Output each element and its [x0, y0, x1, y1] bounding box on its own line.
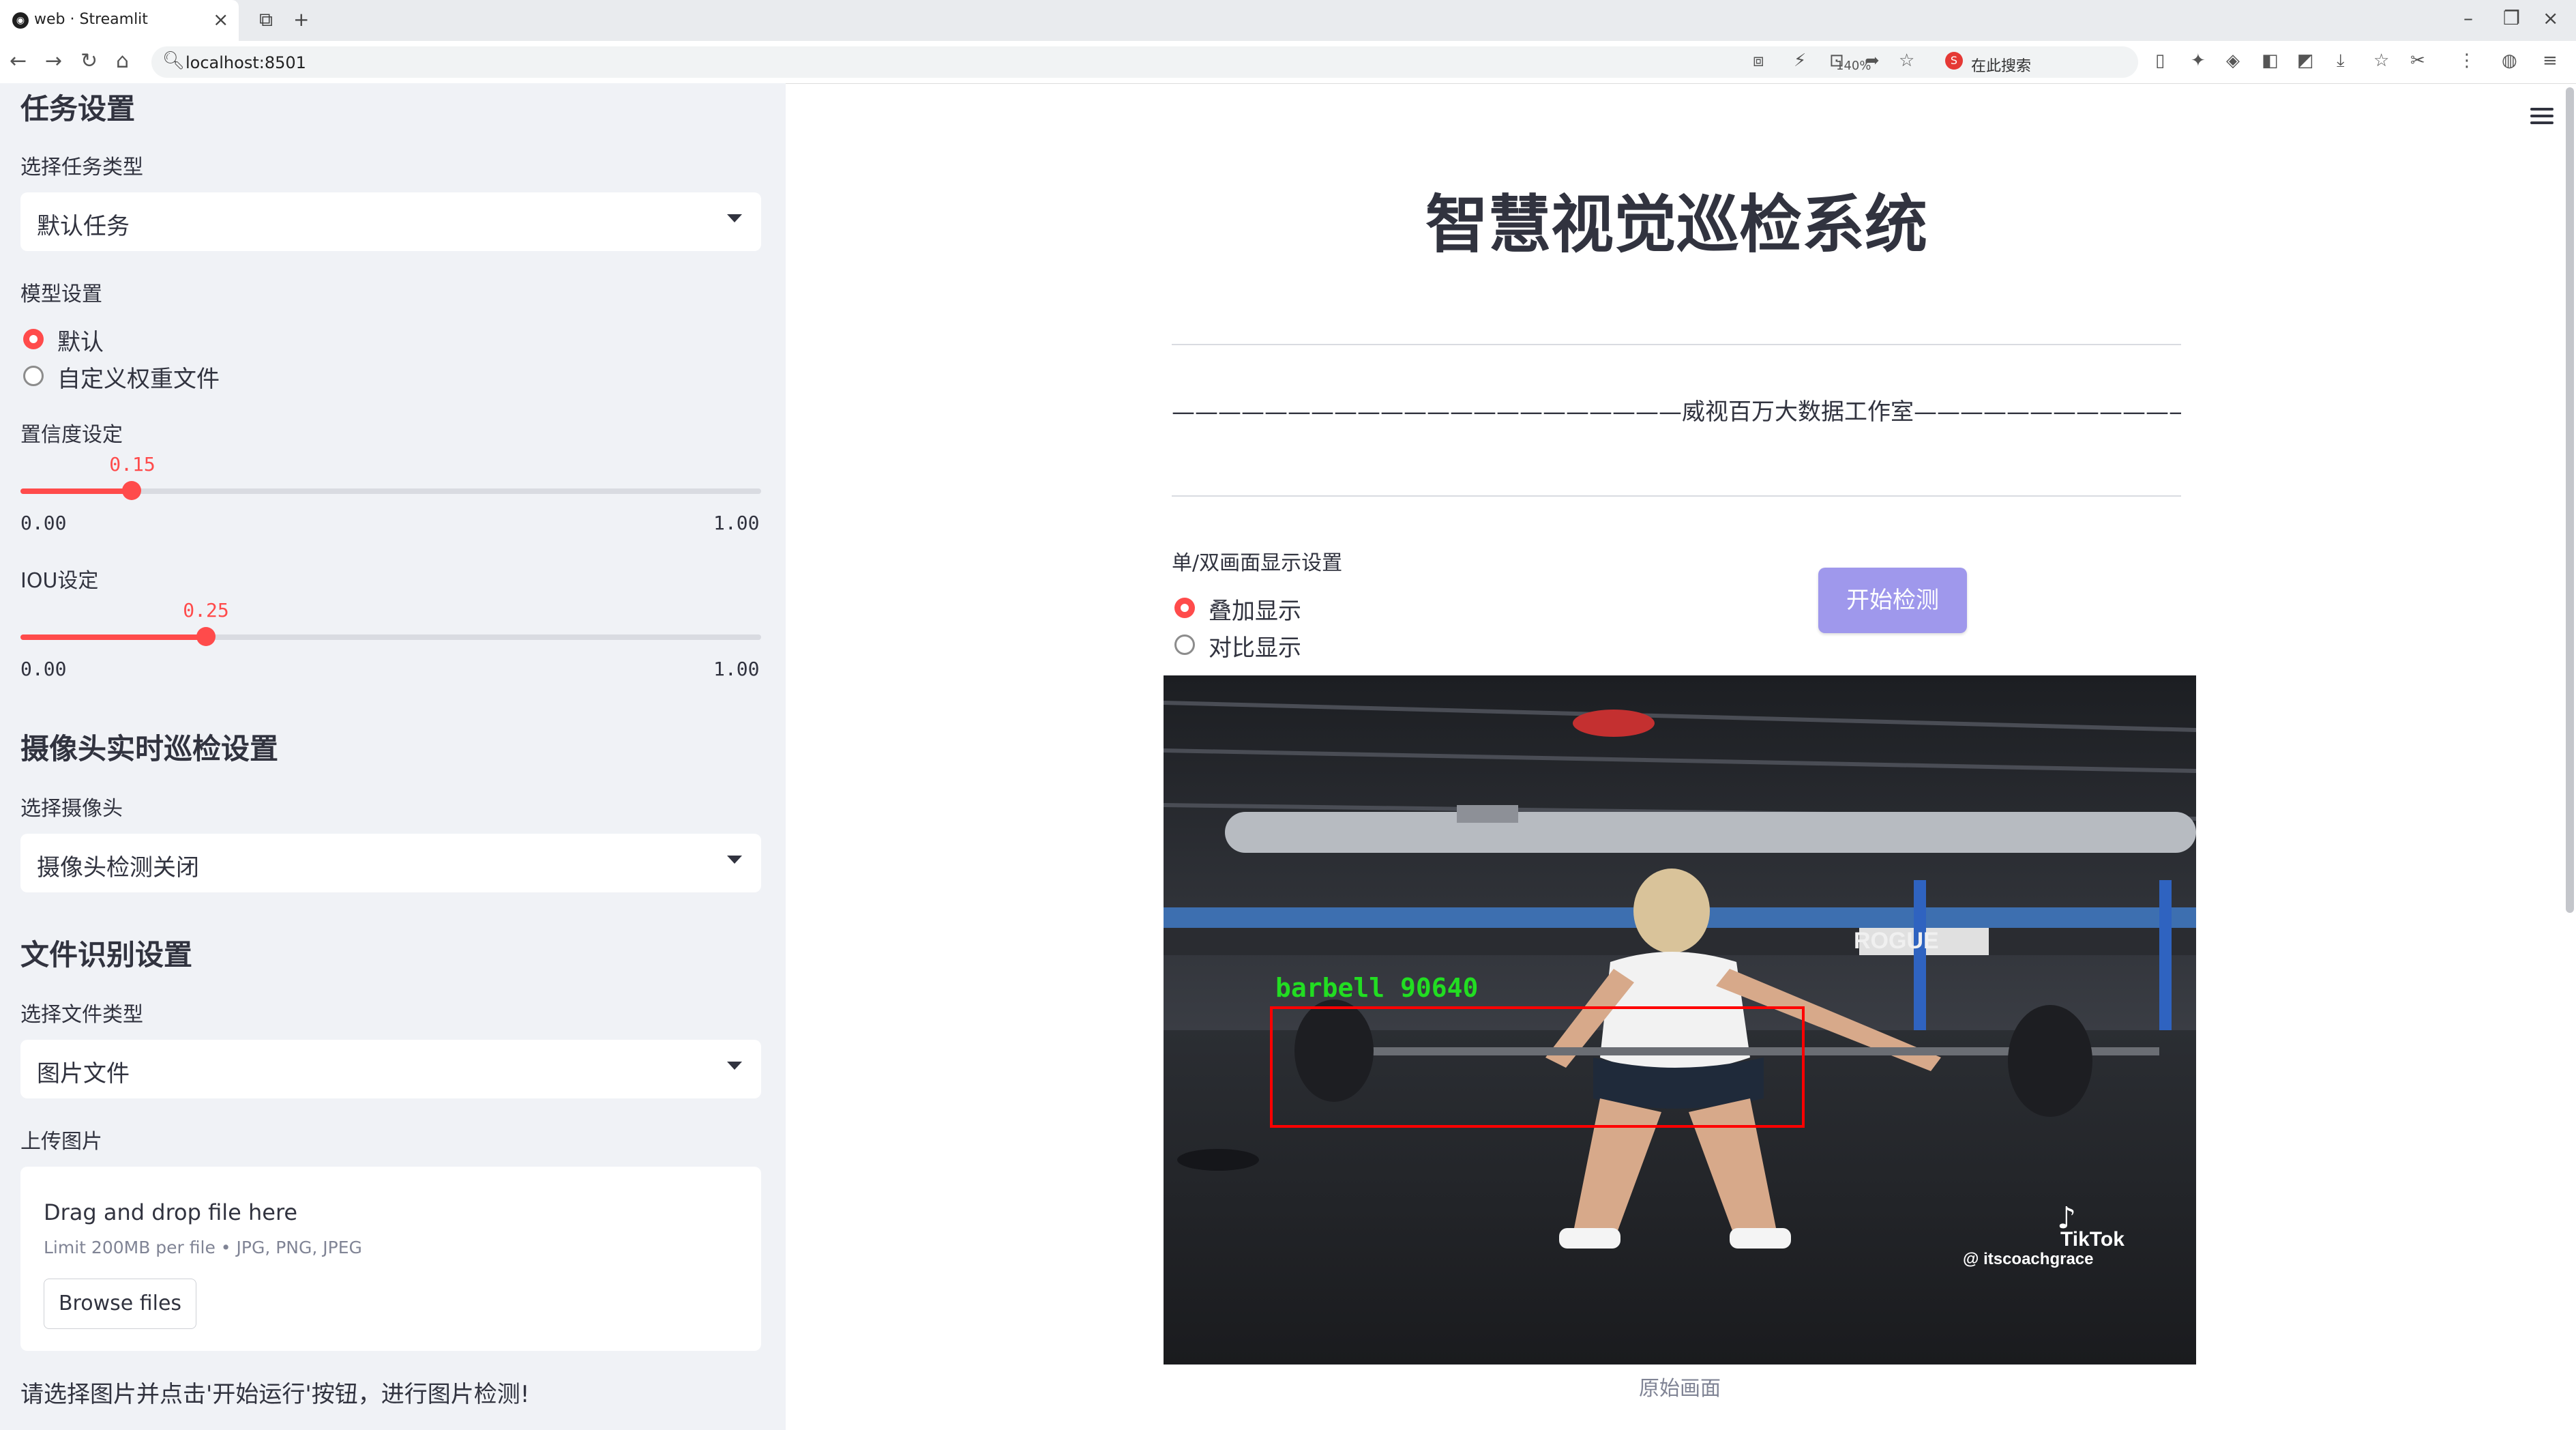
browse-files-button[interactable]: Browse files: [44, 1279, 196, 1329]
detection-label: barbell 90640: [1275, 973, 1479, 1003]
share-icon[interactable]: ➦: [1865, 50, 1880, 71]
translate-icon[interactable]: ⧈: [1753, 50, 1764, 72]
iou-slider-handle[interactable]: [196, 627, 216, 646]
iou-min: 0.00: [20, 658, 67, 680]
watermark-brand: TikTok: [2060, 1228, 2125, 1251]
search-placeholder: 在此搜索: [1971, 58, 2032, 75]
extension-3-icon[interactable]: ◧: [2262, 50, 2279, 71]
hamburger-menu-icon[interactable]: [2530, 108, 2553, 126]
sidebar: 任务设置 选择任务类型 默认任务 模型设置 默认 自定义权重文件 置信度设定 0…: [0, 83, 786, 1430]
confidence-max: 1.00: [713, 512, 760, 534]
file-type-select[interactable]: 图片文件: [20, 1040, 761, 1098]
camera-select[interactable]: 摄像头检测关闭: [20, 834, 761, 892]
task-settings-heading: 任务设置: [20, 92, 136, 126]
restore-icon[interactable]: ❐: [2503, 7, 2520, 29]
minimize-icon[interactable]: –: [2463, 7, 2473, 29]
extension-4-icon[interactable]: ◩: [2297, 50, 2314, 71]
home-icon[interactable]: ⌂: [116, 49, 129, 73]
confidence-min: 0.00: [20, 512, 67, 534]
url-text: localhost:8501: [186, 53, 306, 72]
upload-drag-text: Drag and drop file here: [44, 1199, 298, 1225]
divider-bottom: [1172, 495, 2181, 497]
file-uploader-dropzone[interactable]: Drag and drop file here Limit 200MB per …: [20, 1167, 761, 1351]
browser-tab-bar: ◉ web · Streamlit × ⧉ + – ❐ ×: [0, 0, 2576, 41]
avatar[interactable]: ◍: [2502, 50, 2517, 71]
confidence-slider-handle[interactable]: [121, 481, 141, 500]
browser-tab[interactable]: ◉ web · Streamlit ×: [0, 0, 239, 41]
browser-menu-icon[interactable]: ≡: [2543, 50, 2558, 71]
streamlit-icon: ◉: [12, 12, 29, 29]
mobile-icon[interactable]: ▯: [2155, 50, 2165, 71]
chevron-down-icon: [727, 214, 742, 222]
iou-label: IOU设定: [20, 569, 99, 593]
flash-icon[interactable]: ⚡: [1794, 50, 1806, 71]
window-close-icon[interactable]: ×: [2543, 7, 2558, 29]
scrollbar[interactable]: [2566, 87, 2574, 913]
download-icon[interactable]: ⤓: [2337, 50, 2345, 72]
forward-icon[interactable]: →: [45, 49, 62, 73]
more-icon[interactable]: ⋮: [2458, 50, 2476, 71]
display-mode-label: 单/双画面显示设置: [1172, 551, 1343, 575]
gym-sign: ROGUE: [1854, 928, 1939, 954]
screenshot-icon[interactable]: ⊡: [1829, 50, 1844, 71]
iou-slider-fill: [20, 634, 206, 640]
site-info-icon[interactable]: 🔍︎: [162, 50, 185, 71]
tab-title: web · Streamlit: [34, 11, 148, 28]
image-caption: 原始画面: [1639, 1377, 1721, 1401]
chevron-down-icon: [727, 1062, 742, 1070]
camera-select-value: 摄像头检测关闭: [37, 854, 199, 881]
watermark-user: @ itscoachgrace: [1963, 1250, 2094, 1268]
model-settings-label: 模型设置: [20, 282, 102, 306]
back-icon[interactable]: ←: [10, 49, 27, 73]
file-settings-heading: 文件识别设置: [20, 938, 193, 972]
iou-max: 1.00: [713, 658, 760, 680]
extension-icon[interactable]: ✦: [2191, 50, 2206, 71]
upload-hint: 请选择图片并点击'开始运行'按钮，进行图片检测!: [20, 1381, 530, 1408]
display-option-overlay: 叠加显示: [1209, 598, 1301, 625]
close-tab-icon[interactable]: ×: [213, 8, 228, 31]
iou-slider[interactable]: [20, 627, 761, 646]
upload-limit-text: Limit 200MB per file • JPG, PNG, JPEG: [44, 1238, 362, 1257]
confidence-value: 0.15: [109, 453, 156, 476]
confidence-slider-fill: [20, 488, 132, 494]
browser-search-box[interactable]: S 在此搜索: [1937, 46, 2138, 78]
display-option-compare: 对比显示: [1209, 634, 1301, 662]
confidence-label: 置信度设定: [20, 423, 123, 447]
extension-2-icon[interactable]: ◈: [2226, 50, 2240, 71]
task-type-label: 选择任务类型: [20, 156, 143, 179]
start-detection-button[interactable]: 开始检测: [1818, 568, 1967, 633]
radio-checked-icon: [23, 329, 44, 349]
file-type-value: 图片文件: [37, 1060, 130, 1088]
new-tab-icon[interactable]: +: [293, 8, 309, 31]
tab-group-icon[interactable]: ⧉: [259, 8, 273, 31]
bookmark-star-icon[interactable]: ☆: [1899, 50, 1914, 71]
radio-unchecked-icon: [23, 366, 44, 386]
radio-unchecked-icon: [1174, 634, 1195, 655]
address-bar-row: ← → ↻ ⌂ 🔍︎ localhost:8501 140% ⧈ ⚡ ⊡ ➦ ☆…: [0, 41, 2576, 84]
file-type-label: 选择文件类型: [20, 1003, 143, 1027]
radio-checked-icon: [1174, 598, 1195, 618]
upload-label: 上传图片: [20, 1130, 102, 1154]
cut-icon[interactable]: ✂: [2410, 50, 2425, 71]
divider-top: [1172, 344, 2181, 345]
chevron-down-icon: [727, 856, 742, 864]
search-engine-icon[interactable]: S: [1945, 52, 1963, 70]
camera-settings-heading: 摄像头实时巡检设置: [20, 732, 279, 765]
reload-icon[interactable]: ↻: [80, 49, 98, 73]
favorites-icon[interactable]: ☆: [2373, 50, 2389, 71]
page-subtitle: ——————————————————————威视百万大数据工作室————————…: [1172, 398, 2181, 426]
task-type-select[interactable]: 默认任务: [20, 192, 761, 251]
iou-value: 0.25: [183, 599, 229, 622]
model-option-default: 默认: [57, 329, 104, 356]
page-title: 智慧视觉巡检系统: [1425, 188, 1927, 261]
camera-select-label: 选择摄像头: [20, 797, 123, 821]
detection-image: ROGUE barbell 90640 ♪ TikTok @ itscoachg…: [1164, 675, 2196, 1365]
model-option-custom: 自定义权重文件: [57, 366, 220, 393]
confidence-slider[interactable]: [20, 481, 761, 500]
task-type-value: 默认任务: [37, 213, 130, 240]
